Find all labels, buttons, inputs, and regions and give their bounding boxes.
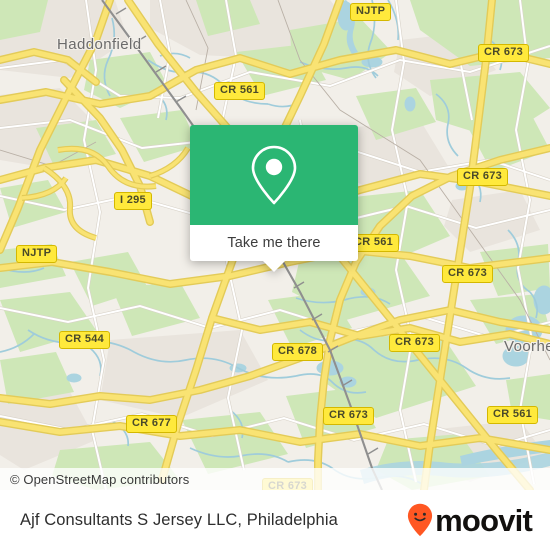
location-pin-icon xyxy=(249,143,299,207)
moovit-smiley-pin-icon xyxy=(407,503,433,537)
attribution-text[interactable]: © OpenStreetMap contributors xyxy=(0,472,189,487)
moovit-logo[interactable]: moovit xyxy=(407,502,533,538)
road-shield-cr544[interactable]: CR 544 xyxy=(59,331,111,349)
road-shield-i295[interactable]: I 295 xyxy=(114,192,152,210)
road-shield-cr673-s-lower[interactable]: CR 673 xyxy=(323,407,375,425)
road-shield-cr673-mid-e[interactable]: CR 673 xyxy=(442,265,494,283)
road-shield-cr677[interactable]: CR 677 xyxy=(126,415,178,433)
road-shield-cr678[interactable]: CR 678 xyxy=(272,343,324,361)
map-canvas[interactable]: Haddonfield Voorhe NJTP CR 673 CR 561 CR… xyxy=(0,0,550,490)
place-title: Ajf Consultants S Jersey LLC, Philadelph… xyxy=(20,510,338,529)
map-screenshot: Haddonfield Voorhe NJTP CR 673 CR 561 CR… xyxy=(0,0,550,550)
road-shield-cr673-e[interactable]: CR 673 xyxy=(457,168,509,186)
popup-tail-pointer xyxy=(263,261,285,272)
road-shield-cr561-nw[interactable]: CR 561 xyxy=(214,82,266,100)
take-me-there-button[interactable]: Take me there xyxy=(190,225,358,261)
map-attribution-bar: © OpenStreetMap contributors xyxy=(0,468,550,490)
popup-header xyxy=(190,125,358,225)
take-me-there-label: Take me there xyxy=(227,235,321,251)
road-shield-cr561-se[interactable]: CR 561 xyxy=(487,406,539,424)
road-shield-cr673-ne[interactable]: CR 673 xyxy=(478,44,530,62)
road-shield-cr673-s-upper[interactable]: CR 673 xyxy=(389,334,441,352)
road-shield-njtp-west[interactable]: NJTP xyxy=(16,245,58,263)
footer-bar: Ajf Consultants S Jersey LLC, Philadelph… xyxy=(0,490,550,550)
moovit-wordmark: moovit xyxy=(435,502,533,538)
location-popup-card[interactable]: Take me there xyxy=(190,125,358,272)
road-shield-njtp-north[interactable]: NJTP xyxy=(350,3,392,21)
